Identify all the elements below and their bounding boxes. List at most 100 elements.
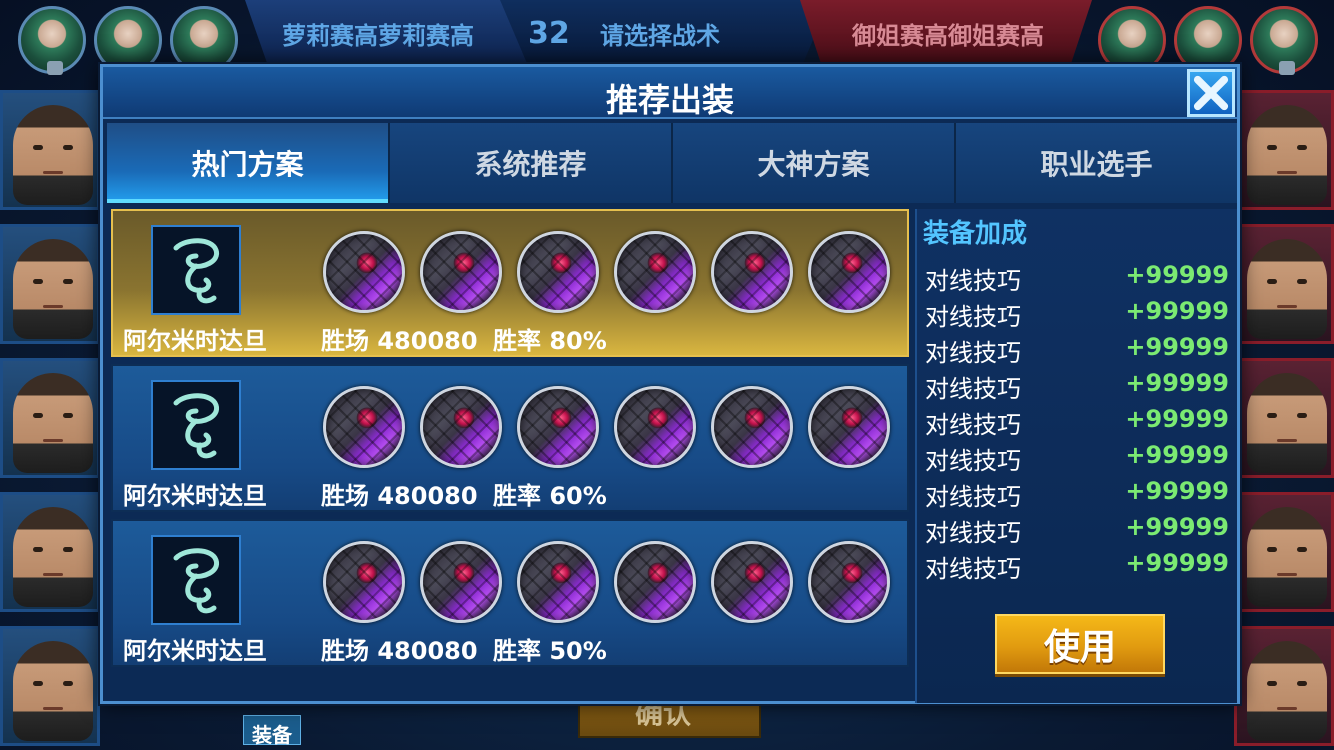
bonus-value: +99999 <box>1125 405 1229 433</box>
ally-player-slot[interactable] <box>0 358 100 478</box>
tactic-prompt: 请选择战术 <box>600 22 720 50</box>
bonus-label: 对线技巧 <box>925 303 1021 331</box>
equipment-bonus-panel: 装备加成 对线技巧 +99999 对线技巧 +99999 对线技巧 +99999 对线… <box>915 209 1237 703</box>
enemy-player-slot[interactable] <box>1234 626 1334 746</box>
ally-player-slot[interactable] <box>0 90 100 210</box>
tab-label: 热门方案 <box>191 148 304 181</box>
bonus-label: 对线技巧 <box>925 447 1021 475</box>
item-icon[interactable] <box>808 541 890 623</box>
enemy-avatar[interactable] <box>1250 6 1318 75</box>
player-portrait <box>13 105 93 205</box>
right-team-name: 御姐赛高御姐赛高 <box>852 22 1044 50</box>
win-rate: 胜率 60% <box>493 482 607 510</box>
bonus-label: 对线技巧 <box>925 555 1021 583</box>
bonus-row: 对线技巧 +99999 <box>925 259 1229 295</box>
bonus-value: +99999 <box>1125 369 1229 397</box>
tab-popular[interactable]: 热门方案 <box>107 123 390 203</box>
item-slots <box>323 386 890 468</box>
left-team-name: 萝莉赛高萝莉赛高 <box>282 22 474 50</box>
tab-system[interactable]: 系统推荐 <box>390 123 673 203</box>
win-count: 胜场 480080 <box>321 637 478 665</box>
hero-name: 阿尔米时达旦 <box>123 482 267 510</box>
serpent-emblem-icon <box>173 548 220 614</box>
win-count: 胜场 480080 <box>321 482 478 510</box>
player-portrait <box>13 373 93 473</box>
player-portrait <box>13 507 93 607</box>
win-rate: 胜率 50% <box>493 637 607 665</box>
item-icon[interactable] <box>517 386 599 468</box>
enemy-player-slot[interactable] <box>1234 358 1334 478</box>
build-plan-row[interactable]: 阿尔米时达旦 胜场 480080 胜率 50% <box>111 519 909 667</box>
item-icon[interactable] <box>323 231 405 313</box>
bonus-title: 装备加成 <box>923 219 1028 249</box>
bonus-label: 对线技巧 <box>925 483 1021 511</box>
hero-emblem <box>151 225 241 315</box>
tab-label: 系统推荐 <box>474 148 587 181</box>
item-icon[interactable] <box>323 386 405 468</box>
close-icon <box>1193 75 1229 111</box>
serpent-emblem-icon <box>173 238 220 304</box>
bonus-row: 对线技巧 +99999 <box>925 331 1229 367</box>
lock-icon <box>47 61 63 75</box>
item-icon[interactable] <box>517 231 599 313</box>
win-count: 胜场 480080 <box>321 327 478 355</box>
bonus-row: 对线技巧 +99999 <box>925 511 1229 547</box>
tab-master[interactable]: 大神方案 <box>673 123 956 203</box>
close-button[interactable] <box>1187 69 1235 117</box>
hero-emblem <box>151 535 241 625</box>
bonus-value: +99999 <box>1125 333 1229 361</box>
dialog-title: 推荐出装 <box>605 81 734 119</box>
player-portrait <box>1247 239 1327 339</box>
ally-avatar[interactable] <box>18 6 86 75</box>
bonus-value: +99999 <box>1125 297 1229 325</box>
ally-player-slot[interactable] <box>0 626 100 746</box>
recommended-build-dialog: 推荐出装 热门方案 系统推荐 大神方案 职业选手 阿尔米时达旦 胜场 48008… <box>100 64 1240 704</box>
item-icon[interactable] <box>614 231 696 313</box>
player-portrait <box>13 641 93 741</box>
item-icon[interactable] <box>808 386 890 468</box>
player-portrait <box>1247 105 1327 205</box>
enemy-player-slot[interactable] <box>1234 90 1334 210</box>
hero-name: 阿尔米时达旦 <box>123 327 267 355</box>
item-icon[interactable] <box>420 541 502 623</box>
item-icon[interactable] <box>711 541 793 623</box>
item-slots <box>323 541 890 623</box>
item-icon[interactable] <box>711 386 793 468</box>
equip-label: 装备 <box>252 723 292 747</box>
build-plan-row[interactable]: 阿尔米时达旦 胜场 480080 胜率 80% <box>111 209 909 357</box>
player-portrait <box>1247 507 1327 607</box>
item-icon[interactable] <box>808 231 890 313</box>
enemy-player-slot[interactable] <box>1234 492 1334 612</box>
build-plan-row[interactable]: 阿尔米时达旦 胜场 480080 胜率 60% <box>111 364 909 512</box>
bonus-list: 对线技巧 +99999 对线技巧 +99999 对线技巧 +99999 对线技巧 +99… <box>925 259 1229 583</box>
item-icon[interactable] <box>614 541 696 623</box>
use-button[interactable]: 使用 <box>995 614 1165 674</box>
tab-label: 职业选手 <box>1040 148 1153 181</box>
bonus-label: 对线技巧 <box>925 519 1021 547</box>
use-label: 使用 <box>1043 627 1116 668</box>
equip-button[interactable]: 装备 <box>243 715 301 747</box>
bonus-value: +99999 <box>1125 477 1229 505</box>
bonus-label: 对线技巧 <box>925 411 1021 439</box>
player-portrait <box>13 239 93 339</box>
bonus-label: 对线技巧 <box>925 267 1021 295</box>
tab-label: 大神方案 <box>757 148 870 181</box>
dialog-header: 推荐出装 <box>103 67 1237 119</box>
bonus-row: 对线技巧 +99999 <box>925 403 1229 439</box>
ally-player-slot[interactable] <box>0 492 100 612</box>
item-icon[interactable] <box>420 231 502 313</box>
bonus-value: +99999 <box>1125 441 1229 469</box>
item-icon[interactable] <box>614 386 696 468</box>
item-icon[interactable] <box>517 541 599 623</box>
tab-pro-player[interactable]: 职业选手 <box>956 123 1237 203</box>
item-icon[interactable] <box>711 231 793 313</box>
item-slots <box>323 231 890 313</box>
ally-player-slot[interactable] <box>0 224 100 344</box>
item-icon[interactable] <box>420 386 502 468</box>
item-icon[interactable] <box>323 541 405 623</box>
bonus-row: 对线技巧 +99999 <box>925 547 1229 583</box>
enemy-player-slot[interactable] <box>1234 224 1334 344</box>
bonus-row: 对线技巧 +99999 <box>925 367 1229 403</box>
build-tabs: 热门方案 系统推荐 大神方案 职业选手 <box>107 123 1237 203</box>
countdown-timer: 32 <box>528 16 570 51</box>
